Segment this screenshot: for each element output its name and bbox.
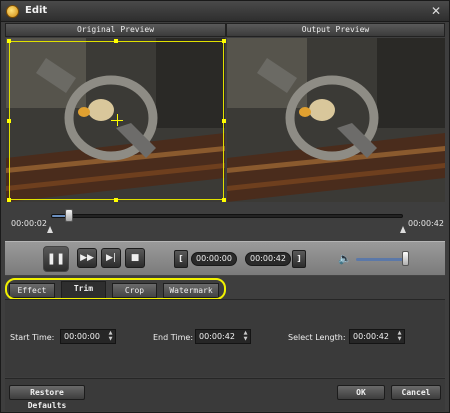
start-time-field[interactable]: 00:00:00 ▲ ▼ [60,329,116,344]
fast-forward-button[interactable]: ▶▶ [77,248,97,268]
crop-handle[interactable] [222,119,226,123]
crop-center-crosshair [111,120,123,121]
select-length-value: 00:00:42 [353,332,389,341]
crop-handle[interactable] [114,198,118,202]
current-time: 00:00:02 [11,219,47,228]
step-forward-button[interactable]: ▶| [101,248,121,268]
seek-area: 00:00:02 00:00:42 [5,204,445,240]
window-title: Edit [25,5,48,16]
end-time-field[interactable]: 00:00:42 ▲ ▼ [195,329,251,344]
crop-handle[interactable] [7,198,11,202]
start-time-label: Start Time: [10,333,55,342]
tab-trim[interactable]: Trim [61,281,106,299]
start-time-value: 00:00:00 [64,332,100,341]
crop-handle[interactable] [222,198,226,202]
crop-handle[interactable] [114,39,118,43]
tab-watermark[interactable]: Watermark [163,283,219,298]
spin-arrows-icon[interactable]: ▲ ▼ [107,330,114,343]
select-length-label: Select Length: [288,333,346,342]
crop-handle[interactable] [222,39,226,43]
end-time-value: 00:00:42 [199,332,235,341]
seek-thumb[interactable] [64,209,73,222]
end-time-label: End Time: [153,333,194,342]
restore-defaults-button[interactable]: Restore Defaults [9,385,85,410]
seek-bar[interactable] [51,214,403,218]
crop-handle[interactable] [7,119,11,123]
crop-handle[interactable] [7,39,11,43]
dialog-buttons: Restore Defaults OK Cancel [5,378,445,411]
trim-start-time-display: 00:00:00 [191,252,237,266]
close-button[interactable]: ✕ [429,4,443,18]
trim-end-marker[interactable] [400,226,406,233]
spin-arrows-icon[interactable]: ▲ ▼ [242,330,249,343]
edit-tabs: Effect Trim Crop Watermark [5,278,445,300]
trim-end-time-display: 00:00:42 [245,252,291,266]
output-preview-video [227,38,445,202]
set-end-button[interactable]: ] [292,250,306,268]
volume-icon[interactable]: 🔈 [338,253,352,265]
tab-crop[interactable]: Crop [112,283,157,298]
trim-start-marker[interactable] [47,226,53,233]
set-start-button[interactable]: [ [174,250,188,268]
cancel-button[interactable]: Cancel [391,385,441,400]
ok-button[interactable]: OK [337,385,385,400]
pause-button[interactable]: ❚❚ [43,246,69,272]
app-icon [6,5,19,18]
stop-button[interactable]: ■ [125,248,145,268]
original-preview-header: Original Preview [5,23,226,37]
select-length-field[interactable]: 00:00:42 ▲ ▼ [349,329,405,344]
playback-controls: ❚❚ ▶▶ ▶| ■ [ 00:00:00 00:00:42 ] 🔈 [5,241,445,276]
volume-thumb[interactable] [402,251,410,266]
output-preview-header: Output Preview [226,23,445,37]
tab-effect[interactable]: Effect [9,283,55,298]
edit-window: Edit ✕ Original Preview Output Preview 0… [0,0,450,413]
total-time: 00:00:42 [408,219,444,228]
spin-arrows-icon[interactable]: ▲ ▼ [396,330,403,343]
trim-panel: Start Time: 00:00:00 ▲ ▼ End Time: 00:00:… [5,299,445,377]
title-bar[interactable]: Edit ✕ [1,1,449,22]
volume-slider[interactable] [356,258,408,261]
